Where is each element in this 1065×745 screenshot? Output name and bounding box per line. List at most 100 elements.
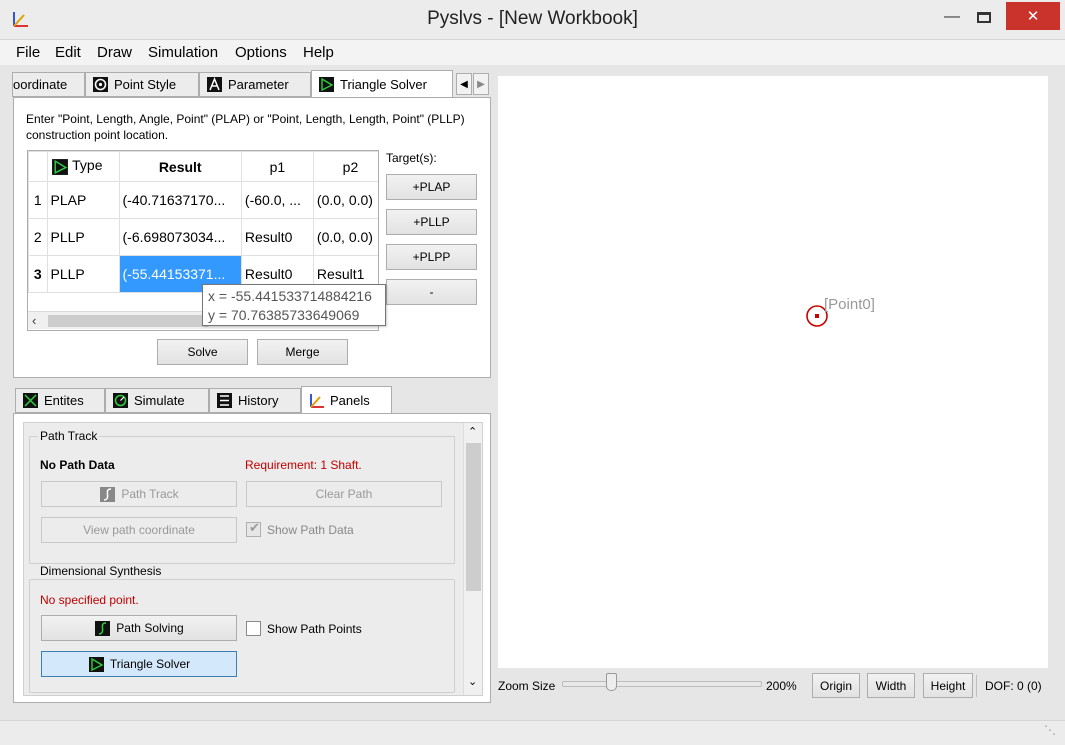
- clear-path-button[interactable]: Clear Path: [246, 481, 442, 507]
- cell-type[interactable]: PLLP: [46, 255, 120, 293]
- scrollbar-thumb[interactable]: [48, 315, 208, 327]
- cell-p1[interactable]: (-60.0, ...: [240, 181, 314, 219]
- top-tab-bar: oordinate Point Style Parameter Triangle…: [12, 70, 490, 98]
- show-path-points-label: Show Path Points: [267, 621, 362, 636]
- resize-grip-icon[interactable]: ⋱: [1044, 723, 1056, 737]
- tab-entities[interactable]: Entites: [15, 388, 105, 413]
- solve-button[interactable]: Solve: [157, 339, 248, 365]
- tab-panels[interactable]: Panels: [301, 386, 392, 414]
- cell-type[interactable]: PLAP: [46, 181, 120, 219]
- scrollbar-thumb[interactable]: [466, 443, 481, 591]
- menu-draw[interactable]: Draw: [97, 44, 132, 61]
- triangle-solver-icon: [51, 158, 68, 175]
- panels-scroll-area: Path Track No Path Data Requirement: 1 S…: [23, 422, 483, 696]
- cell-p1[interactable]: Result0: [240, 218, 314, 256]
- no-specified-point-label: No specified point.: [40, 593, 139, 607]
- tab-label: oordinate: [13, 77, 68, 92]
- tab-coordinate[interactable]: oordinate: [12, 72, 85, 97]
- title-bar: Pyslvs - [New Workbook] — ✕: [0, 0, 1065, 40]
- panels-icon: [310, 393, 324, 408]
- add-pllp-button[interactable]: +PLLP: [386, 209, 477, 235]
- cell-p2[interactable]: (0.0, 0.0): [312, 181, 378, 219]
- parameter-icon: [207, 77, 222, 92]
- path-track-label: Path Track: [121, 487, 179, 501]
- table-row[interactable]: 2 PLLP (-6.698073034... Result0 (0.0, 0.…: [28, 218, 378, 256]
- col-p2[interactable]: p2: [312, 151, 378, 182]
- panels-vertical-scrollbar[interactable]: ⌃ ⌄: [463, 423, 482, 695]
- add-plpp-button[interactable]: +PLPP: [386, 244, 477, 270]
- path-solving-button[interactable]: Path Solving: [41, 615, 237, 641]
- triangle-solver-button[interactable]: Triangle Solver: [41, 651, 237, 677]
- scroll-up-icon: ⌃: [468, 426, 478, 438]
- show-path-data-checkbox[interactable]: ✔ Show Path Data: [246, 520, 354, 537]
- menu-file[interactable]: File: [16, 44, 40, 61]
- triangle-solver-icon: [88, 656, 104, 672]
- row-number: 2: [28, 218, 48, 256]
- path-track-button[interactable]: Path Track: [41, 481, 237, 507]
- minimize-icon: —: [944, 8, 960, 25]
- width-button[interactable]: Width: [867, 673, 915, 698]
- tab-label: Point Style: [114, 77, 177, 92]
- tooltip-y: y = 70.76385733649069: [208, 307, 360, 323]
- height-button[interactable]: Height: [923, 673, 973, 698]
- tab-parameter[interactable]: Parameter: [199, 72, 311, 97]
- menu-edit[interactable]: Edit: [55, 44, 81, 61]
- solver-grid: Type Result p1 p2 1 PLAP (-40.71637170..…: [28, 151, 378, 293]
- tab-label: Simulate: [134, 393, 185, 408]
- no-path-data-label: No Path Data: [40, 458, 115, 472]
- drawing-canvas[interactable]: [Point0]: [498, 76, 1048, 668]
- zoom-size-label: Zoom Size: [498, 679, 556, 693]
- triangle-solver-icon: [319, 76, 334, 92]
- remove-target-button[interactable]: -: [386, 279, 477, 305]
- tab-scroll-left-button[interactable]: ◀: [456, 73, 472, 95]
- path-solving-label: Path Solving: [116, 621, 184, 635]
- corner-cell: [28, 151, 48, 182]
- solver-instructions: Enter "Point, Length, Angle, Point" (PLA…: [26, 112, 465, 142]
- origin-button[interactable]: Origin: [812, 673, 860, 698]
- dimensional-synthesis-title: Dimensional Synthesis: [38, 564, 164, 578]
- row-number: 1: [28, 181, 48, 219]
- col-p1[interactable]: p1: [240, 151, 314, 182]
- checkbox-unchecked-icon: [246, 621, 261, 636]
- tab-history[interactable]: History: [209, 388, 301, 413]
- tab-label: Entites: [44, 393, 84, 408]
- merge-button[interactable]: Merge: [257, 339, 348, 365]
- table-header-row: Type Result p1 p2: [28, 151, 378, 182]
- cell-p2[interactable]: (0.0, 0.0): [312, 218, 378, 256]
- zoom-slider-handle[interactable]: [606, 673, 617, 691]
- history-icon: [217, 393, 232, 408]
- checkbox-checked-icon: ✔: [246, 520, 261, 537]
- tab-point-style[interactable]: Point Style: [85, 72, 199, 97]
- triangle-solver-pane: Enter "Point, Length, Angle, Point" (PLA…: [13, 97, 491, 378]
- cell-result[interactable]: (-6.698073034...: [118, 218, 242, 256]
- entities-icon: [23, 393, 38, 408]
- add-plap-button[interactable]: +PLAP: [386, 174, 477, 200]
- maximize-icon: [977, 11, 991, 23]
- show-path-points-checkbox[interactable]: Show Path Points: [246, 621, 362, 636]
- table-row[interactable]: 1 PLAP (-40.71637170... (-60.0, ... (0.0…: [28, 181, 378, 219]
- zoom-value: 200%: [766, 679, 797, 693]
- tab-simulate[interactable]: Simulate: [105, 388, 209, 413]
- tab-scroll-right-button[interactable]: ▶: [473, 73, 489, 95]
- path-solving-icon: [95, 620, 111, 636]
- scroll-down-icon: ⌄: [468, 676, 478, 688]
- tab-label: Parameter: [228, 77, 289, 92]
- cell-type[interactable]: PLLP: [46, 218, 120, 256]
- col-type[interactable]: Type: [46, 151, 120, 182]
- scroll-left-icon: ‹: [32, 313, 37, 328]
- col-result[interactable]: Result: [118, 151, 242, 182]
- close-button[interactable]: ✕: [1006, 2, 1060, 30]
- menu-simulation[interactable]: Simulation: [148, 44, 218, 61]
- zoom-status-bar: Zoom Size 200% Origin Width Height DOF: …: [498, 673, 1058, 701]
- zoom-slider[interactable]: [562, 681, 762, 687]
- window-title: Pyslvs - [New Workbook]: [427, 8, 638, 29]
- tab-triangle-solver[interactable]: Triangle Solver: [311, 70, 453, 98]
- menu-help[interactable]: Help: [303, 44, 334, 61]
- tab-label: Panels: [330, 392, 370, 408]
- menu-options[interactable]: Options: [235, 44, 287, 61]
- close-icon: ✕: [1026, 8, 1040, 25]
- cell-result[interactable]: (-40.71637170...: [118, 181, 242, 219]
- view-path-coordinate-button[interactable]: View path coordinate: [41, 517, 237, 543]
- maximize-button[interactable]: [964, 2, 1004, 32]
- col-type-label: Type: [72, 157, 103, 174]
